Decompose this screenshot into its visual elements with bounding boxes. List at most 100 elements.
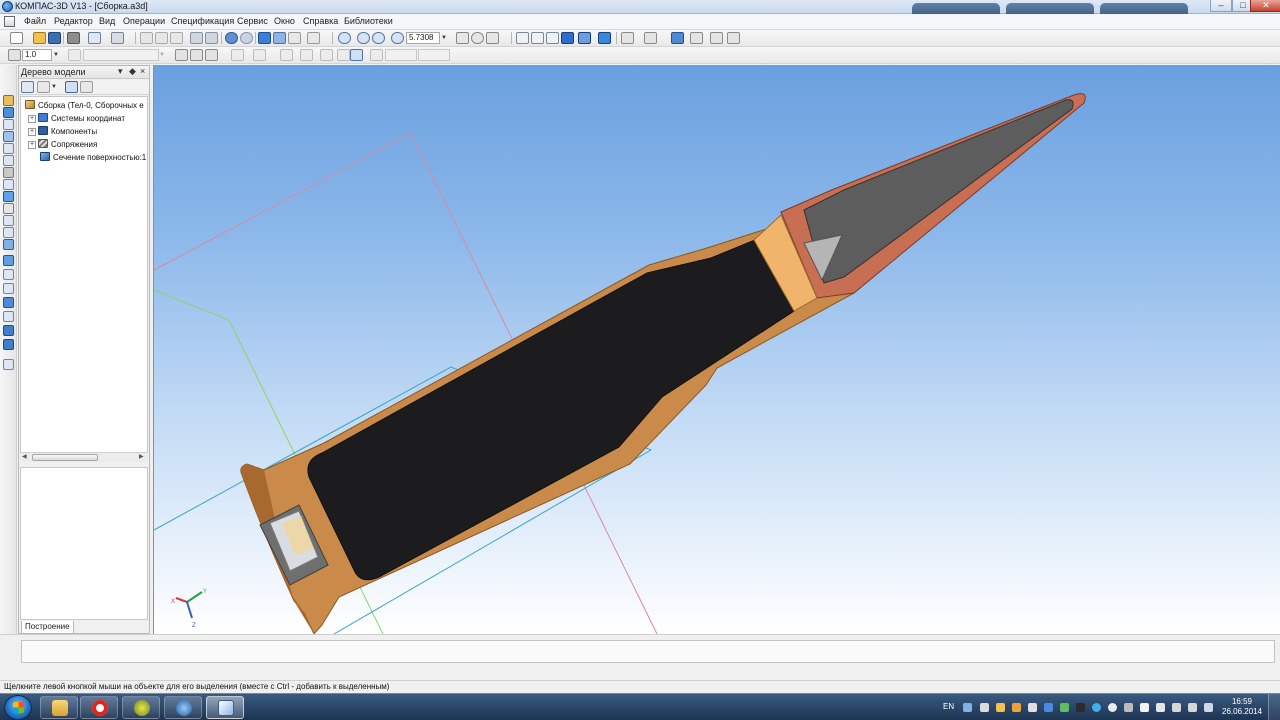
wireframe-icon[interactable] (516, 32, 529, 44)
variables-icon[interactable] (273, 32, 286, 44)
scroll-right-icon[interactable]: ▶ (139, 453, 144, 460)
app-9-icon[interactable] (1076, 703, 1085, 712)
close-button[interactable]: ✕ (1250, 0, 1280, 12)
weld-icon[interactable] (3, 283, 14, 294)
measure-icon[interactable] (690, 32, 703, 44)
auxiliary-geometry-icon[interactable] (3, 155, 14, 166)
language-indicator[interactable]: EN (943, 702, 954, 711)
bluetooth-icon[interactable] (1044, 703, 1053, 712)
document-icon[interactable] (4, 16, 15, 27)
orthogonal-icon[interactable] (300, 49, 313, 61)
component-icon[interactable] (3, 107, 14, 118)
step-field[interactable]: 1.0 (22, 49, 52, 61)
volume-icon[interactable] (980, 703, 989, 712)
cut-icon[interactable] (140, 32, 153, 44)
snap-icon[interactable] (671, 32, 684, 44)
taskbar-kompas-3d[interactable] (206, 696, 244, 719)
tree-item-mates[interactable]: + Сопряжения (28, 139, 97, 151)
panel-close-icon[interactable]: × (140, 66, 145, 76)
security-icon[interactable] (1012, 703, 1021, 712)
orientation-icon[interactable] (486, 32, 499, 44)
angle-icon[interactable] (231, 49, 244, 61)
stamp-tool-icon[interactable] (3, 339, 14, 350)
expand-icon[interactable]: + (28, 128, 36, 136)
zoom-in-icon[interactable] (357, 32, 370, 44)
rebuild-icon[interactable] (258, 32, 271, 44)
cursor-x-icon[interactable] (337, 49, 350, 61)
zoom-all-icon[interactable] (391, 32, 404, 44)
kompas-app-icon[interactable] (2, 1, 13, 12)
menu-service[interactable]: Сервис (237, 16, 268, 26)
sheet-metal-icon[interactable] (3, 239, 14, 250)
grid-icon[interactable] (253, 49, 266, 61)
refresh-icon[interactable] (1060, 703, 1069, 712)
tree-options-icon[interactable] (80, 81, 93, 93)
filter-options-icon[interactable] (644, 32, 657, 44)
pin-tool-icon[interactable] (3, 325, 14, 336)
save-icon[interactable] (48, 32, 61, 44)
minimize-button[interactable]: – (1210, 0, 1232, 12)
edit-component-icon[interactable] (190, 49, 203, 61)
taskbar-kompas-launcher[interactable] (164, 696, 202, 719)
sketch-icon[interactable] (175, 49, 188, 61)
menu-view[interactable]: Вид (99, 16, 115, 26)
manager-icon[interactable] (205, 32, 218, 44)
rotate-icon[interactable] (471, 32, 484, 44)
fastener-icon[interactable] (3, 297, 14, 308)
library-icon[interactable] (205, 49, 218, 61)
menu-window[interactable]: Окно (274, 16, 295, 26)
perspective-icon[interactable] (598, 32, 611, 44)
section-tool-icon[interactable] (3, 311, 14, 322)
network-icon[interactable] (963, 703, 972, 712)
taskbar-explorer[interactable] (40, 696, 78, 719)
preview-icon[interactable] (88, 32, 101, 44)
scrollbar-thumb[interactable] (32, 454, 98, 461)
tray-clock[interactable]: 16:59 26.06.2014 (1222, 697, 1262, 717)
menu-libraries[interactable]: Библиотеки (344, 16, 393, 26)
local-cs-icon[interactable] (280, 49, 293, 61)
calculator-icon[interactable] (710, 32, 723, 44)
redo-icon[interactable] (240, 32, 253, 44)
step-icon[interactable] (8, 49, 21, 61)
view-tool-icon[interactable] (3, 359, 14, 370)
menu-operations[interactable]: Операции (123, 16, 165, 26)
update-icon[interactable] (996, 703, 1005, 712)
undo-icon[interactable] (225, 32, 238, 44)
shaded-edges-icon[interactable] (578, 32, 591, 44)
signal-icon[interactable] (1188, 703, 1197, 712)
menu-editor[interactable]: Редактор (54, 16, 93, 26)
menu-help[interactable]: Справка (303, 16, 338, 26)
tree-view-icon[interactable] (65, 81, 78, 93)
open-icon[interactable] (33, 32, 46, 44)
expand-icon[interactable]: + (28, 115, 36, 123)
parametric-icon[interactable] (320, 49, 333, 61)
hidden-thin-icon[interactable] (546, 32, 559, 44)
wordpress-icon[interactable] (1108, 703, 1117, 712)
print-icon[interactable] (67, 32, 80, 44)
cable-icon[interactable] (3, 269, 14, 280)
tree-item-components[interactable]: + Компоненты (28, 126, 97, 138)
taskbar-yandex[interactable] (80, 696, 118, 719)
array-icon[interactable] (3, 143, 14, 154)
step-dropdown-icon[interactable]: ▼ (52, 49, 60, 61)
hidden-lines-icon[interactable] (531, 32, 544, 44)
tree-horizontal-scrollbar[interactable]: ◀ ▶ (20, 452, 148, 462)
tree-item-coordinate-systems[interactable]: + Системы координат (28, 113, 125, 125)
zoom-out-icon[interactable] (372, 32, 385, 44)
select-filter-icon[interactable] (621, 32, 634, 44)
battery-icon[interactable] (1172, 703, 1181, 712)
tree-structure-icon[interactable] (21, 81, 34, 93)
new-document-icon[interactable] (10, 32, 23, 44)
zoom-dropdown-icon[interactable]: ▼ (440, 32, 448, 44)
measure-tool-icon[interactable] (3, 179, 14, 190)
cursor-y-icon[interactable] (370, 49, 383, 61)
mates-tool-icon[interactable] (3, 167, 14, 178)
panel-menu-icon[interactable]: ▾ (118, 66, 123, 77)
flag-icon[interactable] (1140, 703, 1149, 712)
filter-tool-icon[interactable] (3, 191, 14, 202)
specification-tool-icon[interactable] (3, 203, 14, 214)
edit-assembly-icon[interactable] (3, 95, 14, 106)
tree-order-icon[interactable] (37, 81, 50, 93)
show-desktop-button[interactable] (1268, 694, 1280, 720)
taskbar-media[interactable] (122, 696, 160, 719)
